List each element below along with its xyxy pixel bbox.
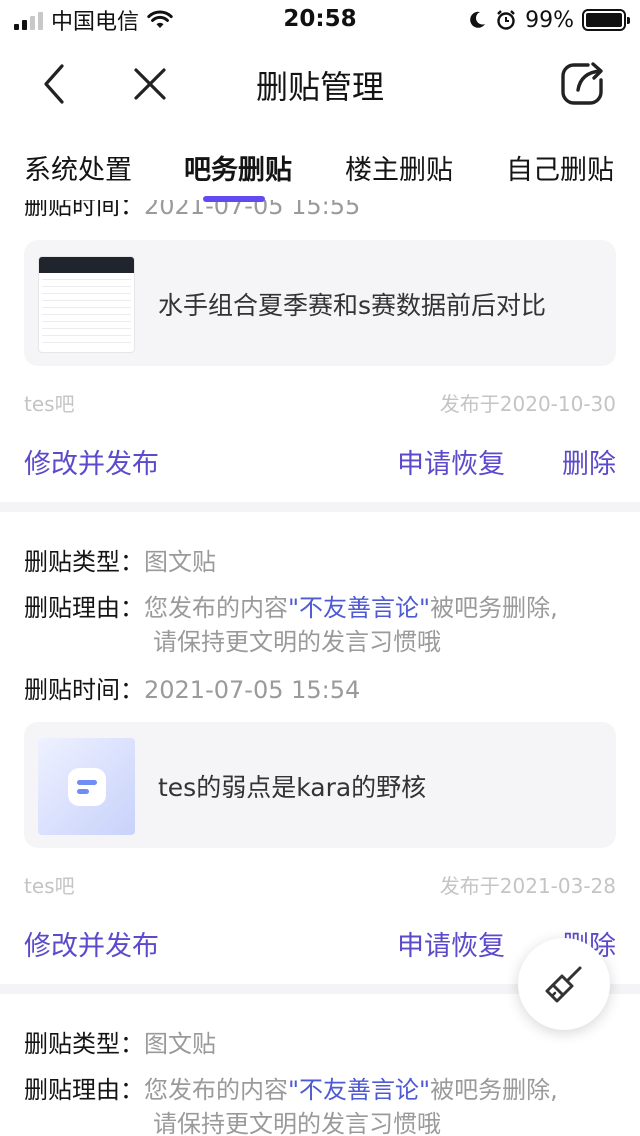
- post-card[interactable]: tes的弱点是kara的野核: [24, 722, 616, 848]
- page-title: 删贴管理: [255, 68, 384, 106]
- tab-system[interactable]: 系统处置: [24, 148, 132, 187]
- edit-publish-button[interactable]: 修改并发布: [24, 442, 159, 481]
- reason-highlight: "不友善言论": [288, 1076, 431, 1104]
- request-restore-button[interactable]: 申请恢复: [397, 924, 505, 963]
- tab-owner[interactable]: 楼主删贴: [345, 148, 453, 187]
- delete-time-row: 删贴时间：2021-07-05 15:54: [24, 670, 360, 705]
- divider: [0, 502, 640, 512]
- delete-button[interactable]: 删除: [562, 442, 616, 481]
- battery-percent: 99%: [525, 7, 574, 33]
- delete-reason-row: 删贴理由：您发布的内容"不友善言论"被吧务删除,: [24, 594, 558, 622]
- clean-brush-button[interactable]: [518, 938, 610, 1030]
- request-restore-button[interactable]: 申请恢复: [397, 442, 505, 481]
- post-thumbnail: [38, 738, 135, 835]
- post-title: 水手组合夏季赛和s赛数据前后对比: [158, 291, 547, 320]
- tab-moderator[interactable]: 吧务删贴: [184, 148, 292, 187]
- tab-self[interactable]: 自己删贴: [506, 148, 614, 187]
- tab-bar: 系统处置 吧务删贴 楼主删贴 自己删贴: [0, 130, 640, 202]
- post-actions: 修改并发布 申请恢复 删除: [24, 442, 616, 482]
- delete-reason-label: 删贴理由：: [24, 594, 144, 622]
- battery-icon: [582, 9, 630, 31]
- publish-date: 发布于2020-10-30: [439, 392, 616, 416]
- publish-date: 发布于2021-03-28: [439, 874, 616, 898]
- post-card[interactable]: 水手组合夏季赛和s赛数据前后对比: [24, 240, 616, 366]
- forum-name: tes吧: [24, 874, 75, 898]
- placeholder-logo-icon: [67, 767, 106, 806]
- status-bar: 中国电信 20:58 99%: [0, 0, 640, 40]
- post-title: tes的弱点是kara的野核: [158, 773, 427, 802]
- share-icon[interactable]: [558, 60, 606, 108]
- delete-reason-line2: 请保持更文明的发言习惯哦: [153, 628, 441, 656]
- delete-reason-row: 删贴理由：您发布的内容"不友善言论"被吧务删除,: [24, 1076, 558, 1104]
- delete-type-value: 图文贴: [144, 548, 216, 576]
- delete-type-label: 删贴类型：: [24, 1030, 144, 1058]
- post-thumbnail: [38, 256, 135, 353]
- tab-indicator: [203, 196, 265, 202]
- alarm-icon: [497, 10, 515, 30]
- forum-name: tes吧: [24, 392, 75, 416]
- reason-highlight: "不友善言论": [288, 594, 431, 622]
- delete-type-label: 删贴类型：: [24, 548, 144, 576]
- nav-bar: 删贴管理: [0, 40, 640, 130]
- edit-publish-button[interactable]: 修改并发布: [24, 924, 159, 963]
- delete-type-row: 删贴类型：图文贴: [24, 542, 216, 577]
- delete-type-value: 图文贴: [144, 1030, 216, 1058]
- moon-icon: [470, 11, 486, 28]
- delete-type-row: 删贴类型：图文贴: [24, 1024, 216, 1059]
- status-right: 99%: [467, 6, 630, 34]
- delete-reason-label: 删贴理由：: [24, 1076, 144, 1104]
- delete-time-label: 删贴时间：: [24, 676, 144, 704]
- brush-icon: [545, 966, 582, 1003]
- delete-reason-line2: 请保持更文明的发言习惯哦: [153, 1110, 441, 1136]
- delete-time-value: 2021-07-05 15:54: [144, 676, 361, 704]
